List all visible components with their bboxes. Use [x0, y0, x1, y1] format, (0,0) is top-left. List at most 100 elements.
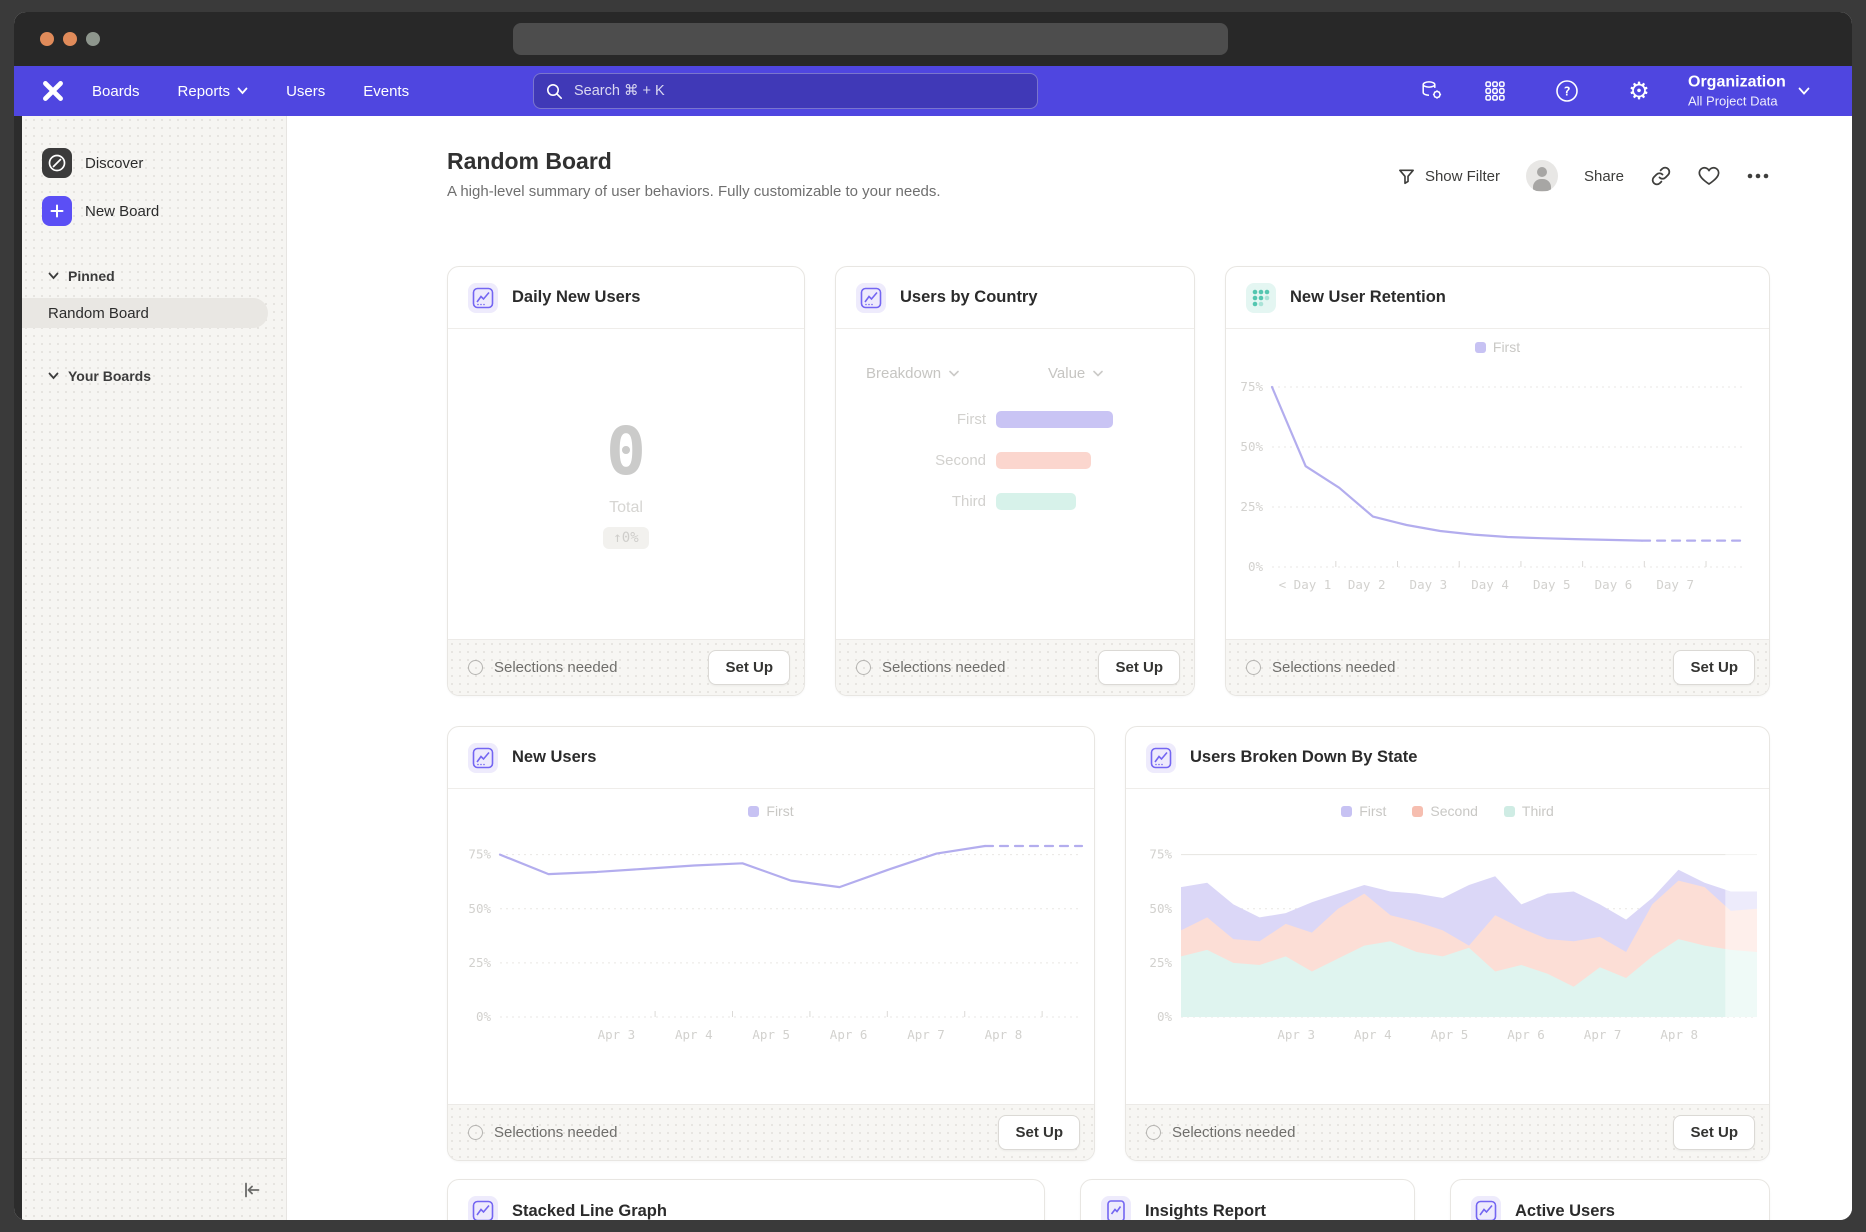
svg-text:Apr 4: Apr 4: [675, 1027, 713, 1042]
svg-text:?: ?: [1563, 84, 1571, 99]
window-close-button[interactable]: [40, 32, 54, 46]
sidebar: Discover New Board Pinned Random Board: [22, 116, 287, 1220]
nav-item-boards[interactable]: Boards: [92, 83, 140, 100]
set-up-button[interactable]: Set Up: [708, 650, 790, 685]
sidebar-footer: [22, 1158, 286, 1220]
browser-url-bar[interactable]: [513, 23, 1228, 55]
board-actions: Show Filter Share: [1397, 160, 1770, 192]
svg-text:25%: 25%: [1240, 499, 1263, 514]
svg-text:0%: 0%: [476, 1009, 492, 1024]
status-text: Selections needed: [1272, 659, 1395, 676]
chevron-down-icon: [48, 272, 59, 280]
svg-text:< Day 1: < Day 1: [1279, 577, 1332, 592]
sidebar-item-label: Discover: [85, 155, 143, 172]
caret-down-icon: [949, 370, 959, 377]
search-input[interactable]: [572, 82, 1025, 100]
nav-item-label: Reports: [178, 83, 231, 100]
stacked-area-chart: 75%50%25%0%Apr 3Apr 4Apr 5Apr 6Apr 7Apr …: [1126, 821, 1769, 1053]
nav-item-events[interactable]: Events: [363, 83, 409, 100]
card-title: Active Users: [1515, 1202, 1615, 1221]
svg-text:0%: 0%: [1157, 1009, 1173, 1024]
sidebar-item-discover[interactable]: Discover: [42, 146, 286, 180]
sidebar-item-new-board[interactable]: New Board: [42, 194, 286, 228]
bar-label: First: [836, 411, 986, 428]
window-zoom-button[interactable]: [86, 32, 100, 46]
share-button[interactable]: Share: [1584, 168, 1624, 185]
svg-text:75%: 75%: [1240, 379, 1263, 394]
new-users-line-chart: 75%50%25%0%Apr 3Apr 4Apr 5Apr 6Apr 7Apr …: [448, 821, 1094, 1053]
breakdown-dropdown[interactable]: Breakdown: [866, 365, 959, 382]
status-text: Selections needed: [1172, 1124, 1295, 1141]
svg-text:Apr 8: Apr 8: [985, 1027, 1023, 1042]
more-options-button[interactable]: [1746, 172, 1770, 180]
chevron-down-icon: [48, 372, 59, 380]
help-icon[interactable]: ?: [1554, 78, 1580, 104]
collapse-sidebar-icon[interactable]: [242, 1181, 262, 1199]
data-management-icon[interactable]: [1419, 78, 1445, 104]
sidebar-item-random-board[interactable]: Random Board: [22, 298, 268, 328]
window-titlebar: [14, 12, 1852, 66]
nav-item-users[interactable]: Users: [286, 83, 325, 100]
card-daily-new-users: Daily New Users 0 Total ↑0% Selections n…: [447, 266, 805, 696]
svg-text:Day 2: Day 2: [1348, 577, 1386, 592]
svg-text:50%: 50%: [1149, 901, 1172, 916]
org-switcher[interactable]: Organization All Project Data: [1688, 74, 1810, 109]
mixpanel-logo-icon[interactable]: [40, 78, 66, 104]
avatar[interactable]: [1526, 160, 1558, 192]
value-dropdown[interactable]: Value: [1048, 365, 1103, 382]
metric-delta-badge: ↑0%: [603, 527, 648, 549]
set-up-button[interactable]: Set Up: [1673, 1115, 1755, 1150]
apps-grid-icon[interactable]: [1482, 78, 1508, 104]
status-circle-icon: [856, 660, 871, 675]
board-main: Random Board A high-level summary of use…: [287, 116, 1852, 1220]
section-label: Your Boards: [68, 368, 151, 384]
set-up-button[interactable]: Set Up: [998, 1115, 1080, 1150]
status-circle-icon: [468, 660, 483, 675]
bar-second: [996, 452, 1091, 469]
line-chart-icon: [468, 1196, 498, 1220]
set-up-button[interactable]: Set Up: [1673, 650, 1755, 685]
status-text: Selections needed: [494, 659, 617, 676]
svg-text:Day 3: Day 3: [1410, 577, 1448, 592]
set-up-button[interactable]: Set Up: [1098, 650, 1180, 685]
sidebar-item-label: New Board: [85, 203, 159, 220]
report-icon: [1101, 1196, 1131, 1220]
bar-row: First: [836, 407, 1194, 431]
favorite-button[interactable]: [1698, 166, 1720, 186]
bar-row: Third: [836, 489, 1194, 513]
card-title: Users Broken Down By State: [1190, 748, 1417, 767]
settings-gear-icon[interactable]: ⚙: [1626, 78, 1652, 104]
svg-text:Day 5: Day 5: [1533, 577, 1571, 592]
bar-label: Third: [836, 493, 986, 510]
card-title: New Users: [512, 748, 596, 767]
chart-legend: First: [1226, 337, 1769, 357]
nav-item-reports[interactable]: Reports: [178, 83, 249, 100]
card-new-users: New Users First 75%50%25%0%Apr 3Apr 4Apr…: [447, 726, 1095, 1161]
chart-legend: FirstSecondThird: [1126, 801, 1769, 821]
board-name: Random Board: [48, 305, 149, 322]
card-title: Daily New Users: [512, 288, 640, 307]
svg-text:75%: 75%: [468, 847, 491, 862]
svg-text:Apr 6: Apr 6: [1507, 1027, 1545, 1042]
screenshot-stage: Boards Reports Users Events: [0, 0, 1866, 1232]
svg-text:Day 7: Day 7: [1656, 577, 1694, 592]
global-search[interactable]: [533, 73, 1038, 109]
card-title: Insights Report: [1145, 1202, 1266, 1221]
svg-text:Apr 5: Apr 5: [1431, 1027, 1469, 1042]
heart-icon: [1698, 166, 1720, 186]
svg-text:0%: 0%: [1248, 559, 1264, 574]
show-filter-button[interactable]: Show Filter: [1397, 167, 1500, 186]
copy-link-button[interactable]: [1650, 165, 1672, 187]
window-minimize-button[interactable]: [63, 32, 77, 46]
metric-value: 0: [606, 419, 646, 485]
legend-item: Third: [1504, 803, 1554, 819]
svg-text:Apr 4: Apr 4: [1354, 1027, 1392, 1042]
svg-text:Day 4: Day 4: [1471, 577, 1509, 592]
card-users-by-country: Users by Country Breakdown Value: [835, 266, 1195, 696]
sidebar-section-your-boards[interactable]: Your Boards: [48, 368, 286, 384]
plus-icon: [42, 196, 72, 226]
sidebar-section-pinned[interactable]: Pinned: [48, 268, 286, 284]
compass-icon: [42, 148, 72, 178]
card-title: New User Retention: [1290, 288, 1446, 307]
left-dark-rail: [14, 116, 22, 1220]
